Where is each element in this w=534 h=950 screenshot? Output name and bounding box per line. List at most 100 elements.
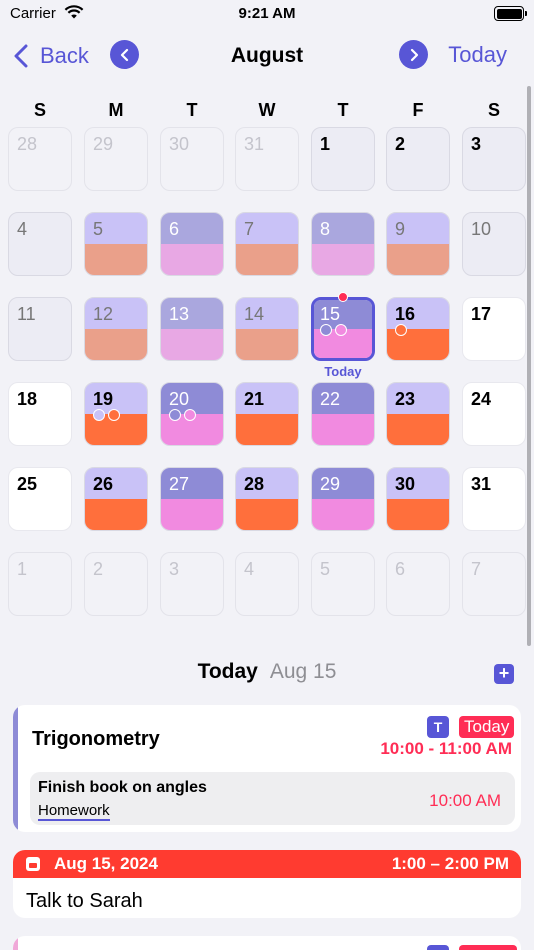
day-number: 4 [244,559,255,579]
day-number: 19 [93,389,114,409]
calendar-event-card[interactable]: Aug 15, 2024 1:00 – 2:00 PM Talk to Sara… [13,850,521,918]
day-number: 31 [244,134,265,154]
day-number: 7 [471,559,482,579]
day-number: 27 [169,474,190,494]
day-number: 12 [93,304,114,324]
calendar-day-cell[interactable]: 2 [386,127,450,191]
calendar-day-cell[interactable]: 20 [160,382,224,446]
calendar-day-cell[interactable]: 29 [84,127,148,191]
day-number: 8 [320,219,331,239]
selected-day-header: Today Aug 15 [0,660,534,690]
calendar-day-cell[interactable]: 5 [84,212,148,276]
day-number: 20 [169,389,190,409]
calendar-day-cell[interactable]: 4 [235,552,299,616]
calendar-day-cell[interactable]: 12 [84,297,148,361]
event-card-partial[interactable] [13,936,521,950]
navigation-bar: Back August Today [0,36,534,76]
calendar-day-cell[interactable]: 22 [311,382,375,446]
day-number: 6 [169,219,180,239]
day-number: 22 [320,389,341,409]
chevron-right-icon [410,48,418,61]
weekday-label: S [487,100,500,120]
day-number: 6 [395,559,406,579]
calendar-day-cell[interactable]: 21 [235,382,299,446]
event-type-badge: T [427,716,449,738]
subtask-time: 10:00 AM [429,791,501,810]
today-button[interactable]: Today [448,42,507,68]
calendar-day-cell[interactable]: 4 [8,212,72,276]
calendar-day-cell[interactable]: 29 [311,467,375,531]
calendar-day-cell[interactable]: 2 [84,552,148,616]
event-dots [320,324,350,336]
weekday-label: T [186,100,198,120]
weekday-label: T [337,100,349,120]
calendar-day-cell[interactable]: 15 [311,297,375,361]
calendar-day-cell[interactable]: 6 [386,552,450,616]
calendar-day-cell[interactable]: 6 [160,212,224,276]
calendar-day-cell[interactable]: 3 [462,127,526,191]
day-number: 3 [169,559,180,579]
calendar-day-cell[interactable]: 16 [386,297,450,361]
day-number: 18 [17,389,38,409]
day-number: 30 [395,474,416,494]
calendar-day-cell[interactable]: 10 [462,212,526,276]
next-month-button[interactable] [399,40,428,69]
calendar-day-cell[interactable]: 28 [235,467,299,531]
calendar-day-cell[interactable]: 28 [8,127,72,191]
calendar-event-header: Aug 15, 2024 1:00 – 2:00 PM [13,850,521,878]
calendar-day-cell[interactable]: 30 [160,127,224,191]
day-number: 11 [17,304,36,324]
day-number: 16 [395,304,416,324]
event-type-badge [427,945,449,950]
calendar-day-cell[interactable]: 18 [8,382,72,446]
event-card[interactable]: Trigonometry T Today 10:00 - 11:00 AM Fi… [13,705,521,832]
calendar-day-cell[interactable]: 1 [8,552,72,616]
event-dots [93,409,123,421]
calendar-day-cell[interactable]: 25 [8,467,72,531]
calendar-day-cell[interactable]: 26 [84,467,148,531]
day-number: 17 [471,304,492,324]
add-event-button[interactable]: + [494,664,514,684]
calendar-day-cell[interactable]: 14 [235,297,299,361]
subtask-title: Finish book on angles [38,779,207,796]
event-dot [169,409,181,421]
battery-icon [494,6,527,21]
today-indicator-dot [338,292,348,302]
day-number: 1 [17,559,28,579]
day-number: 7 [244,219,255,239]
event-dot [108,409,120,421]
calendar-day-cell[interactable]: 5 [311,552,375,616]
event-dots [169,409,199,421]
calendar-day-cell[interactable]: 24 [462,382,526,446]
calendar-event-title: Talk to Sarah [26,890,143,912]
today-badge [459,945,517,950]
calendar-day-cell[interactable]: 31 [235,127,299,191]
day-number: 24 [471,389,492,409]
day-number: 4 [17,219,28,239]
weekday-label: W [258,100,276,120]
day-number: 28 [17,134,38,154]
calendar-day-cell[interactable]: 3 [160,552,224,616]
calendar-day-cell[interactable]: 30 [386,467,450,531]
today-badge: Today [459,716,515,738]
calendar-day-cell[interactable]: 11 [8,297,72,361]
calendar-day-cell[interactable]: 7 [235,212,299,276]
calendar-day-cell[interactable]: 27 [160,467,224,531]
day-number: 5 [320,559,331,579]
scrollbar[interactable] [527,86,531,646]
day-number: 2 [93,559,104,579]
calendar-day-cell[interactable]: 1 [311,127,375,191]
calendar-day-cell[interactable]: 23 [386,382,450,446]
calendar-day-cell[interactable]: 19 [84,382,148,446]
weekday-label: M [108,100,124,120]
subtask-tag[interactable]: Homework [38,803,110,821]
calendar-day-cell[interactable]: 17 [462,297,526,361]
subtask-item[interactable]: Finish book on angles Homework 10:00 AM [30,772,515,825]
calendar-day-cell[interactable]: 8 [311,212,375,276]
day-number: 30 [169,134,190,154]
calendar-day-cell[interactable]: 9 [386,212,450,276]
calendar-day-cell[interactable]: 31 [462,467,526,531]
calendar-day-cell[interactable]: 7 [462,552,526,616]
calendar-day-cell[interactable]: 13 [160,297,224,361]
day-number: 10 [471,219,492,239]
